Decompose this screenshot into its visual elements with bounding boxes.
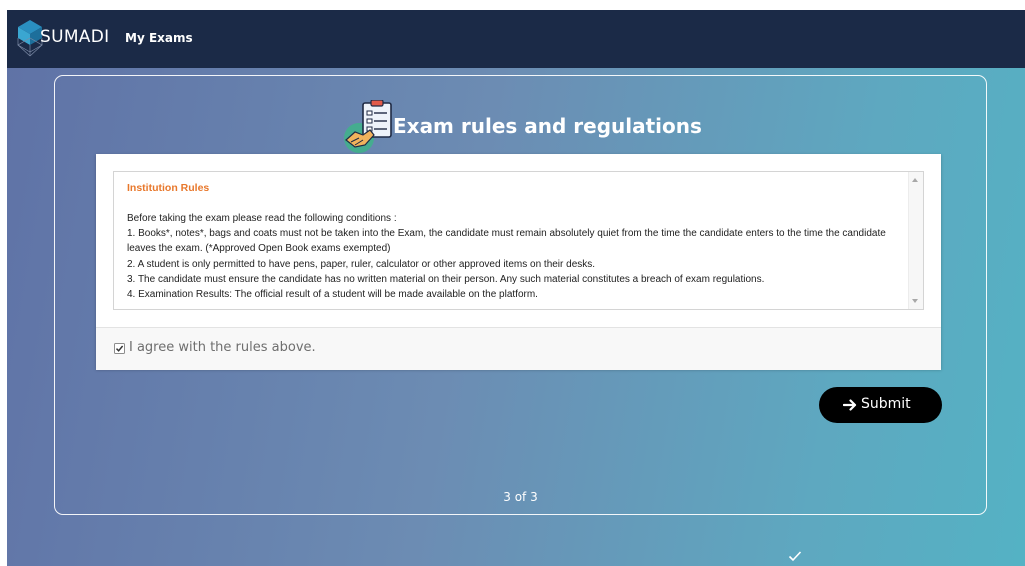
submit-label: Submit	[861, 396, 911, 412]
rules-scrollbar[interactable]	[908, 172, 923, 309]
nav-my-exams-link[interactable]: My Exams	[125, 31, 193, 45]
submit-button[interactable]: Submit	[819, 387, 942, 423]
rules-heading: Institution Rules	[127, 182, 210, 194]
exam-card: Exam rules and regulations Institution R…	[54, 75, 987, 515]
rule-item: 2. A student is only permitted to have p…	[127, 258, 596, 270]
scroll-down-icon[interactable]	[912, 299, 918, 303]
rules-intro: Before taking the exam please read the f…	[127, 213, 397, 224]
arrow-right-icon	[843, 399, 857, 411]
title-row: Exam rules and regulations	[343, 100, 763, 160]
rule-item: 1. Books*, notes*, bags and coats must n…	[127, 228, 886, 255]
agreement-row: I agree with the rules above.	[96, 327, 941, 370]
scroll-up-icon[interactable]	[912, 178, 918, 182]
rule-item: 3. The candidate must ensure the candida…	[127, 273, 765, 285]
agree-checkbox[interactable]	[114, 343, 125, 354]
page-indicator: 3 of 3	[503, 490, 538, 504]
rules-text: Before taking the exam please read the f…	[127, 211, 905, 302]
clipboard-handshake-icon	[344, 100, 392, 153]
agree-label[interactable]: I agree with the rules above.	[129, 340, 316, 355]
checkmark-icon	[115, 345, 124, 352]
brand-name[interactable]: SUMADI	[40, 27, 109, 47]
rule-item: 4. Examination Results: The official res…	[127, 289, 538, 301]
rules-textbox[interactable]: Institution Rules Before taking the exam…	[113, 171, 924, 310]
app-frame: SUMADI My Exams Exam rules and regulatio…	[7, 10, 1025, 566]
rules-panel: Institution Rules Before taking the exam…	[96, 154, 941, 370]
page-title: Exam rules and regulations	[393, 114, 702, 138]
top-navbar: SUMADI My Exams	[7, 10, 1025, 68]
checkmark-icon	[788, 551, 802, 562]
